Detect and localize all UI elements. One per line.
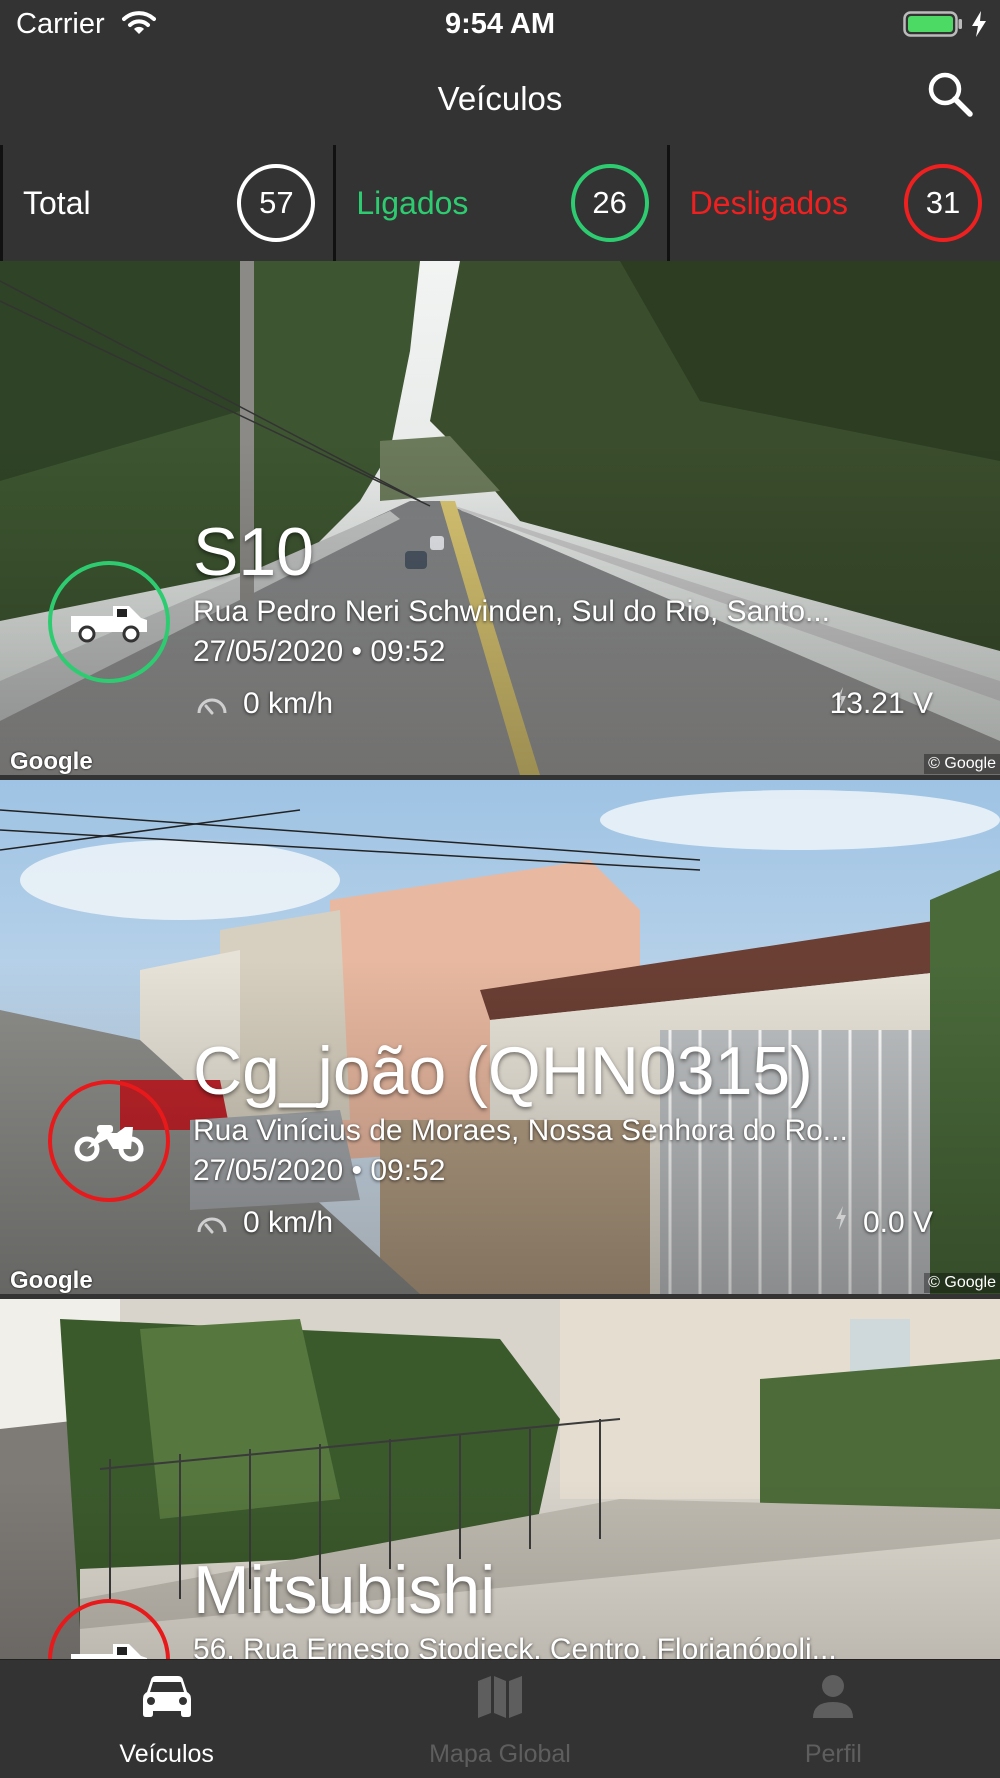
- tab-label: Perfil: [804, 1740, 862, 1768]
- vehicle-list[interactable]: S10 Rua Pedro Neri Schwinden, Sul do Rio…: [0, 261, 1000, 1659]
- vehicle-status-indicator: [48, 1080, 170, 1202]
- tab-perfil[interactable]: Perfil: [667, 1660, 1000, 1778]
- vehicle-last-update: 27/05/2020 • 09:52: [193, 635, 446, 668]
- summary-off[interactable]: Desligados 31: [666, 145, 1000, 261]
- vehicle-summary-bar: Total 57 Ligados 26 Desligados 31: [0, 145, 1000, 261]
- speedometer-icon: [197, 698, 227, 715]
- vehicle-address: 56, Rua Ernesto Stodieck, Centro, Floria…: [193, 1633, 837, 1659]
- motorcycle-icon: [74, 1125, 144, 1162]
- page-title: Veículos: [437, 80, 563, 117]
- vehicle-name: Cg_joão (QHN0315): [193, 1033, 813, 1109]
- tab-mapa-global[interactable]: Mapa Global: [333, 1660, 666, 1778]
- summary-on[interactable]: Ligados 26: [333, 145, 666, 261]
- google-logo: Google: [10, 748, 93, 775]
- tab-label: Mapa Global: [429, 1740, 571, 1768]
- summary-off-label: Desligados: [689, 185, 848, 221]
- summary-total[interactable]: Total 57: [0, 145, 333, 261]
- tab-veiculos[interactable]: Veículos: [0, 1660, 333, 1778]
- person-icon: [813, 1675, 854, 1718]
- vehicle-voltage: 13.21 V: [829, 687, 933, 720]
- google-copyright: © Google: [924, 754, 1000, 774]
- clock: 9:54 AM: [444, 8, 556, 40]
- vehicle-voltage: 0.0 V: [862, 1206, 933, 1239]
- google-copyright: © Google: [924, 1273, 1000, 1293]
- vehicle-speed: 0 km/h: [243, 1206, 334, 1239]
- voltage-bolt-icon: [836, 1206, 846, 1230]
- speedometer-icon: [197, 1217, 227, 1234]
- battery-icon: [903, 11, 962, 37]
- vehicle-name: Mitsubishi: [193, 1552, 496, 1628]
- vehicle-card[interactable]: Cg_joão (QHN0315) Rua Vinícius de Moraes…: [0, 780, 1000, 1294]
- search-icon[interactable]: [926, 70, 974, 118]
- google-logo: Google: [10, 1267, 93, 1294]
- status-bar: Carrier 9:54 AM: [0, 0, 1000, 50]
- vehicle-last-update: 27/05/2020 • 09:52: [193, 1154, 446, 1187]
- tab-label: Veículos: [119, 1740, 214, 1768]
- card-overlay: [0, 1299, 1000, 1659]
- vehicle-speed: 0 km/h: [243, 687, 334, 720]
- pickup-truck-icon: [71, 606, 147, 643]
- vehicle-address: Rua Vinícius de Moraes, Nossa Senhora do…: [193, 1114, 848, 1147]
- vehicle-card[interactable]: S10 Rua Pedro Neri Schwinden, Sul do Rio…: [0, 261, 1000, 775]
- charging-bolt-icon: [972, 11, 986, 37]
- summary-on-count: 26: [570, 164, 649, 242]
- vehicle-address: Rua Pedro Neri Schwinden, Sul do Rio, Sa…: [193, 595, 831, 628]
- summary-off-count: 31: [903, 164, 982, 242]
- vehicle-status-indicator: [48, 561, 170, 683]
- vehicle-name: S10: [193, 514, 314, 590]
- tab-bar: Veículos Mapa Global Perfil: [0, 1659, 1000, 1778]
- summary-on-label: Ligados: [356, 185, 469, 221]
- vehicle-card[interactable]: Mitsubishi 56, Rua Ernesto Stodieck, Cen…: [0, 1299, 1000, 1659]
- pickup-truck-icon: [71, 1644, 147, 1659]
- car-icon: [142, 1676, 191, 1717]
- summary-total-label: Total: [23, 185, 91, 221]
- summary-total-count: 57: [237, 164, 316, 242]
- navigation-bar: Veículos: [0, 50, 1000, 145]
- map-icon: [477, 1676, 522, 1718]
